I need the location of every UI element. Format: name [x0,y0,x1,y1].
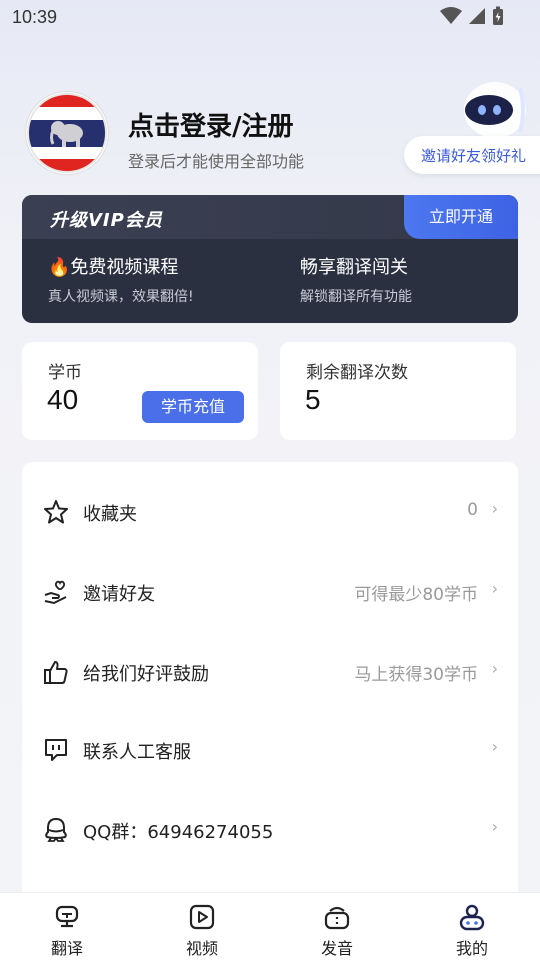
chevron-right-icon: › [491,499,498,518]
thailand-flag-elephant-avatar [27,93,107,173]
coins-label: 学币 [48,363,82,383]
hand-heart-icon [44,580,67,605]
menu-item-value: 可得最少80学币 [354,585,478,605]
avatar[interactable] [26,92,108,174]
translations-label: 剩余翻译次数 [306,363,408,383]
vip-card[interactable]: 升级VIP会员 立即开通 🔥免费视频课程 真人视频课，效果翻倍! 畅享翻译闯关 … [22,195,518,323]
tab-translate[interactable]: 翻译 [22,893,112,960]
robot-mascot-icon[interactable] [462,80,528,140]
vip-open-button[interactable]: 立即开通 [404,195,518,239]
recharge-coins-button[interactable]: 学币充值 [142,391,244,423]
profile-header[interactable]: 点击登录/注册 登录后才能使用全部功能 [26,92,326,176]
translations-value: 5 [305,384,321,415]
chevron-right-icon: › [491,659,498,678]
menu-list: 收藏夹 0 › 邀请好友 可得最少80学币 › 给我们好评鼓励 马上获得30学币… [22,462,518,902]
menu-item-rate[interactable]: 给我们好评鼓励 马上获得30学币 › [22,645,518,695]
bottom-tab-bar: 翻译 视频 发音 我的 [0,892,540,960]
tab-label: 翻译 [50,939,83,958]
signal-icon [469,8,485,24]
vip-title: 升级VIP会员 [50,210,163,231]
menu-item-favorites[interactable]: 收藏夹 0 › [22,485,518,535]
battery-icon [493,6,503,25]
coins-card: 学币 40 学币充值 [22,342,258,440]
coins-value: 40 [47,384,79,415]
status-icons [440,6,504,26]
vip-feature-title: 🔥免费视频课程 [48,257,179,278]
login-title[interactable]: 点击登录/注册 [128,106,294,143]
menu-item-qq-group[interactable]: QQ群：64946274055 › [22,803,518,853]
vip-feature-title: 畅享翻译闯关 [300,257,408,278]
video-icon [189,904,215,930]
translations-card: 剩余翻译次数 5 [280,342,516,440]
chevron-right-icon: › [491,737,498,756]
menu-item-label: 给我们好评鼓励 [83,664,209,685]
tab-label: 我的 [455,939,488,958]
chevron-right-icon: › [491,817,498,836]
tab-profile[interactable]: 我的 [427,893,517,960]
menu-item-label: 收藏夹 [83,504,137,525]
menu-item-label: QQ群：64946274055 [83,822,274,843]
translate-icon [55,905,79,928]
thumbs-up-icon [44,661,68,684]
menu-item-value: 马上获得30学币 [354,665,478,685]
profile-icon [459,904,485,931]
vip-feature-desc: 真人视频课，效果翻倍! [48,289,194,305]
menu-item-label: 邀请好友 [83,584,155,605]
chevron-right-icon: › [491,579,498,598]
pronunciation-icon [324,906,350,930]
vip-feature-video: 🔥免费视频课程 真人视频课，效果翻倍! [48,253,194,306]
wifi-icon [440,7,462,24]
menu-item-support[interactable]: 联系人工客服 › [22,723,518,773]
status-bar: 10:39 [0,0,540,34]
tab-pronunciation[interactable]: 发音 [292,893,382,960]
menu-item-invite[interactable]: 邀请好友 可得最少80学币 › [22,565,518,615]
star-icon [44,500,68,524]
invite-friends-pill[interactable]: 邀请好友领好礼 [404,136,540,174]
tab-label: 发音 [320,939,353,958]
chat-bubble-icon [45,739,67,761]
status-time: 10:39 [12,7,58,27]
qq-icon [45,817,67,842]
menu-item-value: 0 [467,500,478,520]
vip-feature-translate: 畅享翻译闯关 解锁翻译所有功能 [300,253,412,306]
menu-item-label: 联系人工客服 [83,742,191,763]
tab-label: 视频 [185,939,218,958]
vip-feature-desc: 解锁翻译所有功能 [300,289,412,305]
tab-video[interactable]: 视频 [157,893,247,960]
login-subtitle: 登录后才能使用全部功能 [128,152,305,171]
